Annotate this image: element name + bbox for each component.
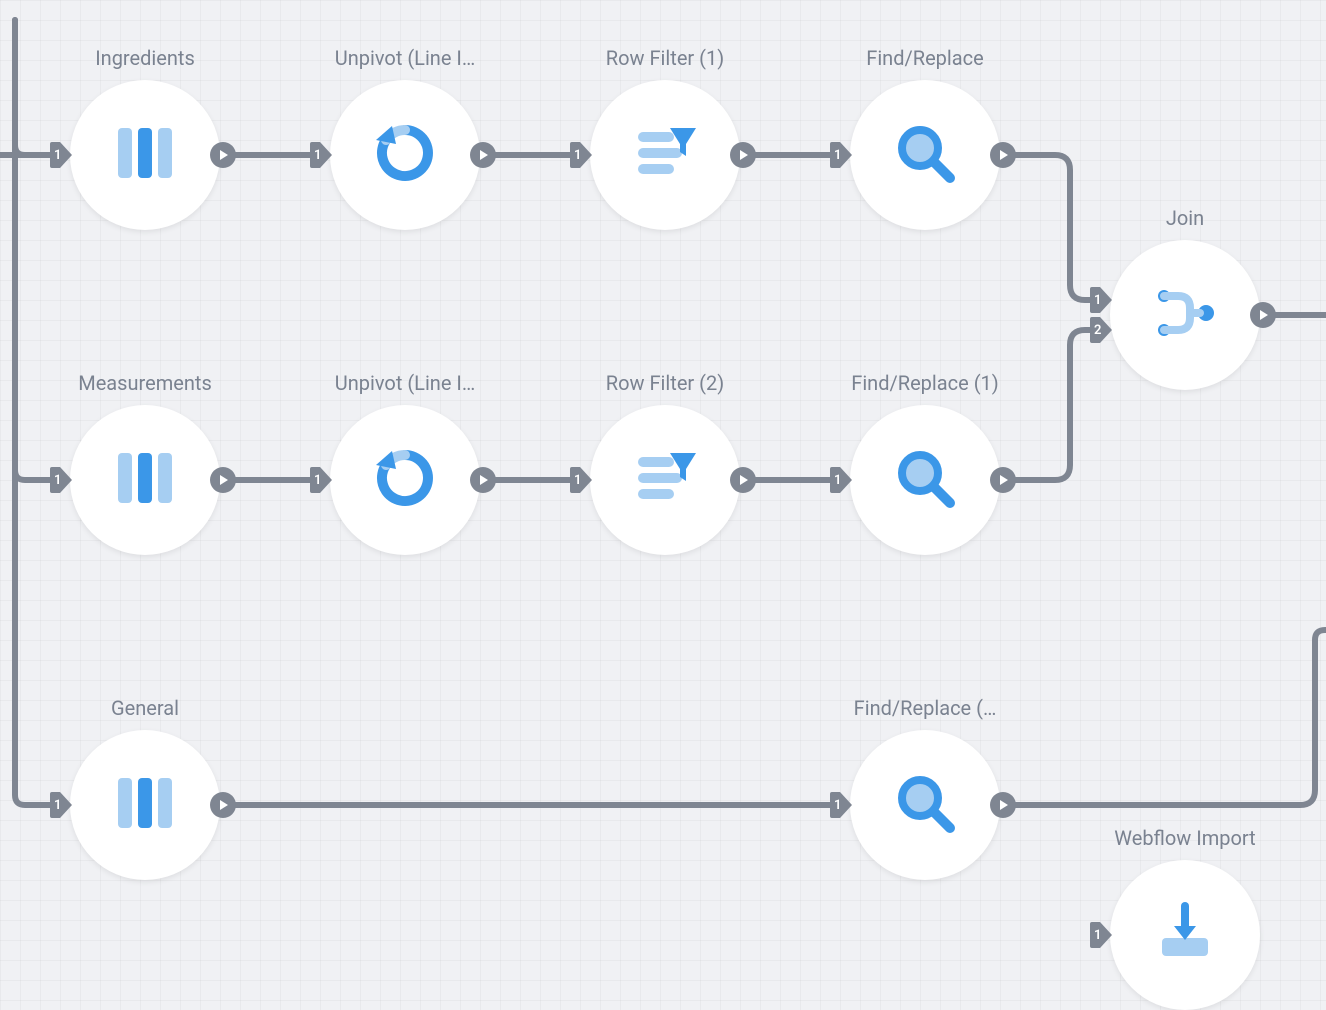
input-port-1[interactable]: 1 xyxy=(570,467,592,493)
node-measurements[interactable]: Measurements 1 xyxy=(70,405,220,555)
output-port[interactable] xyxy=(210,467,236,493)
node-findreplace0[interactable]: Find/Replace 1 xyxy=(850,80,1000,230)
search-icon xyxy=(890,768,960,842)
node-join[interactable]: Join 1 2 xyxy=(1110,240,1260,390)
output-port[interactable] xyxy=(990,792,1016,818)
node-label: Unpivot (Line I… xyxy=(335,371,475,395)
import-icon xyxy=(1150,898,1220,972)
node-general[interactable]: General 1 xyxy=(70,730,220,880)
node-ingredients[interactable]: Ingredients 1 xyxy=(70,80,220,230)
output-port[interactable] xyxy=(210,142,236,168)
node-findreplace2[interactable]: Find/Replace (… 1 xyxy=(850,730,1000,880)
output-port[interactable] xyxy=(210,792,236,818)
node-label: Ingredients xyxy=(95,46,195,70)
search-icon xyxy=(890,443,960,517)
node-rowfilter1[interactable]: Row Filter (1) 1 xyxy=(590,80,740,230)
node-label: Find/Replace (… xyxy=(854,696,997,720)
node-unpivot2[interactable]: Unpivot (Line I… 1 xyxy=(330,405,480,555)
output-port[interactable] xyxy=(990,142,1016,168)
undo-icon xyxy=(370,443,440,517)
merge-icon xyxy=(1150,278,1220,352)
node-findreplace1[interactable]: Find/Replace (1) 1 xyxy=(850,405,1000,555)
node-label: Row Filter (2) xyxy=(606,371,724,395)
node-label: General xyxy=(111,696,179,720)
node-label: Find/Replace (1) xyxy=(851,371,998,395)
input-port-1[interactable]: 1 xyxy=(1090,922,1112,948)
input-port-1[interactable]: 1 xyxy=(310,142,332,168)
input-port-1[interactable]: 1 xyxy=(50,467,72,493)
input-port-1[interactable]: 1 xyxy=(50,792,72,818)
node-label: Find/Replace xyxy=(866,46,983,70)
node-unpivot1[interactable]: Unpivot (Line I… 1 xyxy=(330,80,480,230)
undo-icon xyxy=(370,118,440,192)
output-port[interactable] xyxy=(1250,302,1276,328)
filter-icon xyxy=(630,118,700,192)
input-port-1[interactable]: 1 xyxy=(830,142,852,168)
output-port[interactable] xyxy=(470,142,496,168)
node-label: Join xyxy=(1166,206,1204,230)
node-webflow[interactable]: Webflow Import 1 xyxy=(1110,860,1260,1010)
node-label: Row Filter (1) xyxy=(606,46,724,70)
input-port-1[interactable]: 1 xyxy=(1090,287,1112,313)
search-icon xyxy=(890,118,960,192)
input-port-1[interactable]: 1 xyxy=(830,792,852,818)
columns-icon xyxy=(110,118,180,192)
node-label: Measurements xyxy=(78,371,212,395)
node-label: Unpivot (Line I… xyxy=(335,46,475,70)
columns-icon xyxy=(110,768,180,842)
columns-icon xyxy=(110,443,180,517)
node-rowfilter2[interactable]: Row Filter (2) 1 xyxy=(590,405,740,555)
filter-icon xyxy=(630,443,700,517)
output-port[interactable] xyxy=(990,467,1016,493)
input-port-2[interactable]: 2 xyxy=(1090,317,1112,343)
node-label: Webflow Import xyxy=(1114,826,1255,850)
output-port[interactable] xyxy=(730,467,756,493)
output-port[interactable] xyxy=(730,142,756,168)
input-port-1[interactable]: 1 xyxy=(310,467,332,493)
input-port-1[interactable]: 1 xyxy=(570,142,592,168)
input-port-1[interactable]: 1 xyxy=(50,142,72,168)
input-port-1[interactable]: 1 xyxy=(830,467,852,493)
output-port[interactable] xyxy=(470,467,496,493)
